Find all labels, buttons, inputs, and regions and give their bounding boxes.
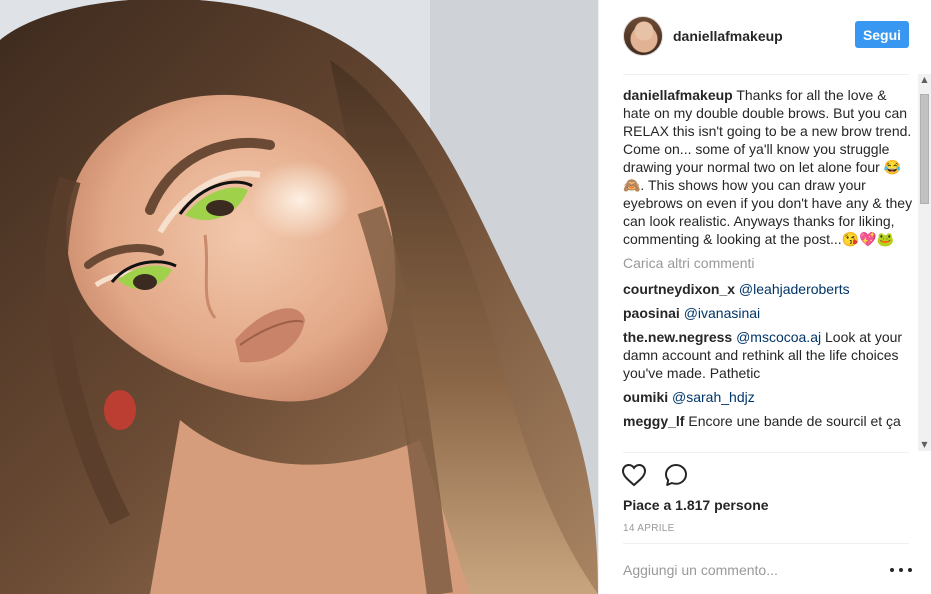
comments-list: daniellafmakeup Thanks for all the love …	[623, 86, 913, 451]
add-comment-input[interactable]	[623, 555, 878, 585]
comment-mention[interactable]: @leahjaderoberts	[739, 281, 850, 297]
comment-username[interactable]: meggy_lf	[623, 413, 684, 429]
post-photo[interactable]	[0, 0, 598, 594]
follow-button[interactable]: Segui	[855, 21, 909, 48]
comment-username[interactable]: the.new.negress	[623, 329, 732, 345]
heart-icon	[621, 463, 647, 487]
comment-item: paosinai @ivanasinai	[623, 304, 913, 322]
comment-mention[interactable]: @mscocoa.aj	[736, 329, 821, 345]
more-options-icon[interactable]	[890, 562, 912, 578]
author-username[interactable]: daniellafmakeup	[673, 28, 783, 44]
caption: daniellafmakeup Thanks for all the love …	[623, 86, 913, 248]
comment-item: courtneydixon_x @leahjaderoberts	[623, 280, 913, 298]
comment-username[interactable]: paosinai	[623, 305, 680, 321]
divider	[623, 452, 909, 453]
caption-username[interactable]: daniellafmakeup	[623, 87, 733, 103]
author-avatar[interactable]	[623, 16, 663, 56]
load-more-comments-link[interactable]: Carica altri commenti	[623, 254, 913, 272]
comment-item: the.new.negress @mscocoa.aj Look at your…	[623, 328, 913, 382]
post-sidebar: daniellafmakeup Segui daniellafmakeup Th…	[598, 0, 931, 594]
like-button[interactable]	[619, 460, 649, 490]
scroll-up-icon[interactable]: ▲	[918, 74, 931, 86]
comment-username[interactable]: courtneydixon_x	[623, 281, 735, 297]
caption-text: Thanks for all the love & hate on my dou…	[623, 87, 913, 247]
comment-text: Encore une bande de sourcil et ça	[688, 413, 901, 429]
portrait-photo	[0, 0, 598, 594]
divider	[623, 543, 909, 544]
post-actions	[619, 459, 703, 491]
comment-mention[interactable]: @sarah_hdjz	[672, 389, 755, 405]
comment-item: meggy_lf Encore une bande de sourcil et …	[623, 412, 913, 430]
comment-item: oumiki @sarah_hdjz	[623, 388, 913, 406]
comment-button[interactable]	[661, 460, 691, 490]
scrollbar-thumb[interactable]	[920, 94, 929, 204]
likes-count[interactable]: Piace a 1.817 persone	[623, 497, 769, 513]
comment-mention[interactable]: @ivanasinai	[684, 305, 760, 321]
post-date: 14 APRILE	[623, 523, 675, 534]
comment-username[interactable]: oumiki	[623, 389, 668, 405]
instagram-post: daniellafmakeup Segui daniellafmakeup Th…	[0, 0, 931, 594]
divider	[623, 74, 909, 75]
comment-bubble-icon	[665, 464, 687, 486]
scroll-down-icon[interactable]: ▼	[918, 439, 931, 451]
comments-scrollbar[interactable]: ▲ ▼	[918, 74, 931, 451]
